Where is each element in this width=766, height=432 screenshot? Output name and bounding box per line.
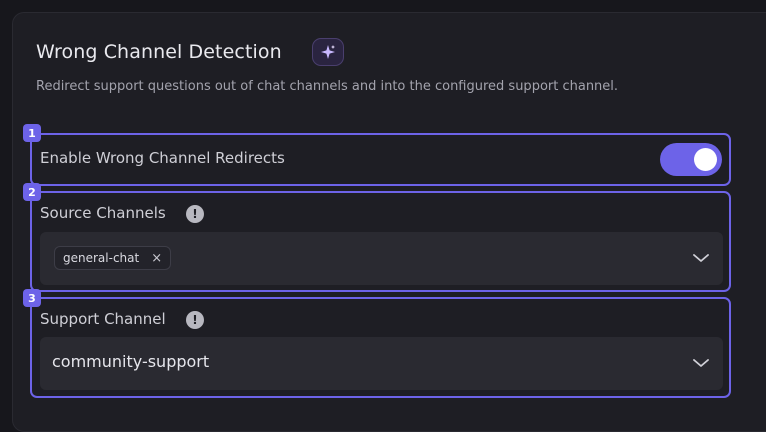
section-marker-2: 2	[23, 183, 41, 201]
source-channels-label: Source Channels	[40, 204, 166, 222]
chip-label: general-chat	[63, 251, 140, 265]
info-icon[interactable]: !	[186, 205, 204, 223]
page-subtitle: Redirect support questions out of chat c…	[36, 79, 619, 94]
toggle-knob	[694, 148, 717, 171]
channel-chip: general-chat ×	[54, 246, 172, 270]
chevron-down-icon[interactable]	[693, 250, 709, 266]
sparkle-icon	[312, 38, 344, 66]
chevron-down-icon[interactable]	[693, 355, 709, 371]
section-marker-3: 3	[23, 289, 41, 307]
info-icon[interactable]: !	[186, 311, 204, 329]
support-channel-label: Support Channel	[40, 310, 166, 328]
source-channels-select[interactable]: general-chat ×	[40, 232, 723, 285]
support-channel-value: community-support	[52, 352, 210, 371]
enable-redirects-label: Enable Wrong Channel Redirects	[40, 149, 285, 167]
close-icon[interactable]: ×	[151, 251, 162, 266]
enable-redirects-toggle[interactable]	[660, 143, 722, 176]
page-title: Wrong Channel Detection	[36, 41, 282, 63]
section-marker-1: 1	[23, 124, 41, 142]
support-channel-select[interactable]: community-support	[40, 337, 723, 390]
